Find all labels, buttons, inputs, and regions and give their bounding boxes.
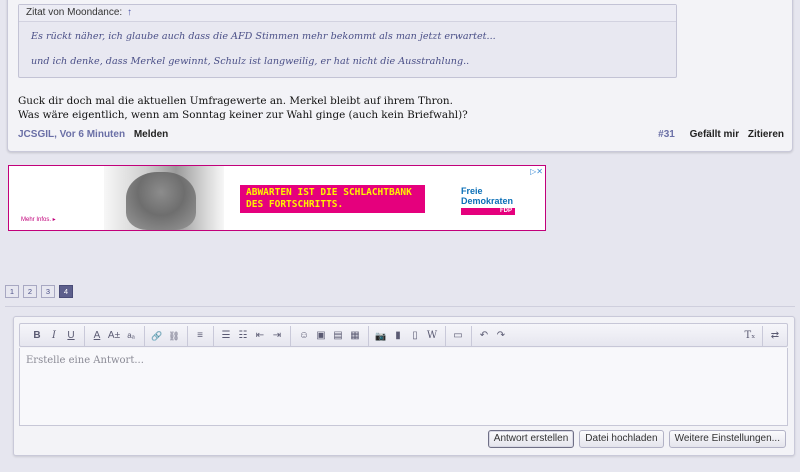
quote-line: und ich denke, dass Merkel gewinnt, Schu… bbox=[31, 56, 470, 67]
underline-icon[interactable]: U bbox=[63, 328, 79, 344]
wiki-icon[interactable]: W bbox=[424, 328, 440, 344]
forum-post: Zitat von Moondance: ↑ Es rückt näher, i… bbox=[7, 0, 793, 152]
link-icon[interactable]: 🔗 bbox=[149, 328, 165, 344]
smiley-icon[interactable]: ☺ bbox=[296, 328, 312, 344]
quote-block: Zitat von Moondance: ↑ Es rückt näher, i… bbox=[18, 4, 677, 78]
jump-to-quote-icon[interactable]: ↑ bbox=[127, 7, 132, 18]
numbered-list-icon[interactable]: ☷ bbox=[235, 328, 251, 344]
indent-icon[interactable]: ⇥ bbox=[269, 328, 285, 344]
toolbar-separator bbox=[187, 326, 188, 346]
undo-icon[interactable]: ↶ bbox=[476, 328, 492, 344]
page-icon[interactable]: ▯ bbox=[407, 328, 423, 344]
post-author-link[interactable]: JCSGIL bbox=[18, 129, 54, 140]
media-icon[interactable]: ▮ bbox=[390, 328, 406, 344]
toolbar-separator bbox=[762, 326, 763, 346]
font-case-icon[interactable]: aₐ bbox=[123, 328, 139, 344]
quote-author-label: Zitat von Moondance: bbox=[26, 7, 123, 18]
clear-format-icon[interactable]: Tₓ bbox=[742, 328, 758, 344]
report-button[interactable]: Melden bbox=[134, 129, 168, 140]
submit-reply-button[interactable]: Antwort erstellen bbox=[487, 430, 575, 448]
bullet-list-icon[interactable]: ☰ bbox=[218, 328, 234, 344]
ad-banner[interactable]: ABWARTEN IST DIE SCHLACHTBANK DES FORTSC… bbox=[8, 165, 546, 231]
attachment-icon[interactable]: ▦ bbox=[347, 328, 363, 344]
font-size-icon[interactable]: A± bbox=[106, 328, 122, 344]
ad-slogan: ABWARTEN IST DIE SCHLACHTBANK DES FORTSC… bbox=[240, 185, 425, 213]
font-color-icon[interactable]: A bbox=[89, 328, 105, 344]
quote-header: Zitat von Moondance: ↑ bbox=[19, 5, 676, 22]
upload-file-button[interactable]: Datei hochladen bbox=[579, 430, 664, 448]
toolbar-separator bbox=[144, 326, 145, 346]
page-link-3[interactable]: 3 bbox=[41, 285, 55, 298]
toolbar-separator bbox=[445, 326, 446, 346]
outdent-icon[interactable]: ⇤ bbox=[252, 328, 268, 344]
camera-icon[interactable]: 📷 bbox=[373, 328, 389, 344]
page-link-2[interactable]: 2 bbox=[23, 285, 37, 298]
quote-button[interactable]: Zitieren bbox=[748, 129, 784, 140]
toolbar-separator bbox=[84, 326, 85, 346]
post-actions: #31 Gefällt mir Zitieren bbox=[658, 129, 784, 140]
toggle-source-icon[interactable]: ⇄ bbox=[767, 328, 783, 344]
toolbar-separator bbox=[471, 326, 472, 346]
italic-icon[interactable]: I bbox=[46, 328, 62, 344]
save-draft-icon[interactable]: ▭ bbox=[450, 328, 466, 344]
pagination: 1 2 3 4 bbox=[5, 285, 73, 298]
ad-choices-icon[interactable]: ▷✕ bbox=[530, 167, 543, 176]
align-icon[interactable]: ≡ bbox=[192, 328, 208, 344]
post-text-line: Guck dir doch mal die aktuellen Umfragew… bbox=[18, 95, 453, 107]
ad-brand-logo: Freie Demokraten FDP bbox=[461, 186, 515, 215]
divider bbox=[5, 306, 795, 307]
toolbar-separator bbox=[368, 326, 369, 346]
page-link-1[interactable]: 1 bbox=[5, 285, 19, 298]
post-timestamp: , Vor 6 Minuten bbox=[54, 129, 126, 140]
ad-brand-tag: FDP bbox=[461, 208, 515, 215]
like-button[interactable]: Gefällt mir bbox=[690, 129, 739, 140]
bold-icon[interactable]: B bbox=[29, 328, 45, 344]
ad-slogan-line: DES FORTSCHRITTS. bbox=[246, 199, 344, 210]
ad-brand-line: Demokraten bbox=[461, 196, 514, 206]
ad-portrait-image bbox=[104, 166, 224, 230]
ad-portrait-face bbox=[126, 172, 196, 230]
post-text-line: Was wäre eigentlich, wenn am Sonntag kei… bbox=[18, 109, 468, 121]
post-footer: JCSGIL, Vor 6 Minuten Melden #31 Gefällt… bbox=[18, 129, 784, 145]
reply-textarea[interactable]: Erstelle eine Antwort... bbox=[19, 348, 788, 426]
gallery-icon[interactable]: ▤ bbox=[330, 328, 346, 344]
ad-slogan-line: ABWARTEN IST DIE SCHLACHTBANK bbox=[246, 187, 412, 198]
quote-body: Es rückt näher, ich glaube auch dass die… bbox=[19, 22, 676, 72]
image-icon[interactable]: ▣ bbox=[313, 328, 329, 344]
quote-line: Es rückt näher, ich glaube auch dass die… bbox=[31, 31, 496, 42]
reply-editor: B I U A A± aₐ 🔗 ⛓ ≡ ☰ ☷ ⇤ ⇥ ☺ ▣ ▤ ▦ 📷 ▮ … bbox=[13, 316, 795, 456]
ad-more-info-link[interactable]: Mehr Infos. ▸ bbox=[21, 216, 56, 223]
post-number-link[interactable]: #31 bbox=[658, 129, 675, 140]
editor-toolbar: B I U A A± aₐ 🔗 ⛓ ≡ ☰ ☷ ⇤ ⇥ ☺ ▣ ▤ ▦ 📷 ▮ … bbox=[19, 323, 788, 347]
editor-button-row: Antwort erstellen Datei hochladen Weiter… bbox=[487, 430, 786, 448]
ad-brand-line: Freie bbox=[461, 186, 483, 196]
unlink-icon[interactable]: ⛓ bbox=[166, 328, 182, 344]
toolbar-separator bbox=[290, 326, 291, 346]
more-settings-button[interactable]: Weitere Einstellungen... bbox=[668, 430, 786, 448]
redo-icon[interactable]: ↷ bbox=[493, 328, 509, 344]
page-link-4-current[interactable]: 4 bbox=[59, 285, 73, 298]
post-body: Guck dir doch mal die aktuellen Umfragew… bbox=[18, 94, 468, 122]
toolbar-separator bbox=[213, 326, 214, 346]
